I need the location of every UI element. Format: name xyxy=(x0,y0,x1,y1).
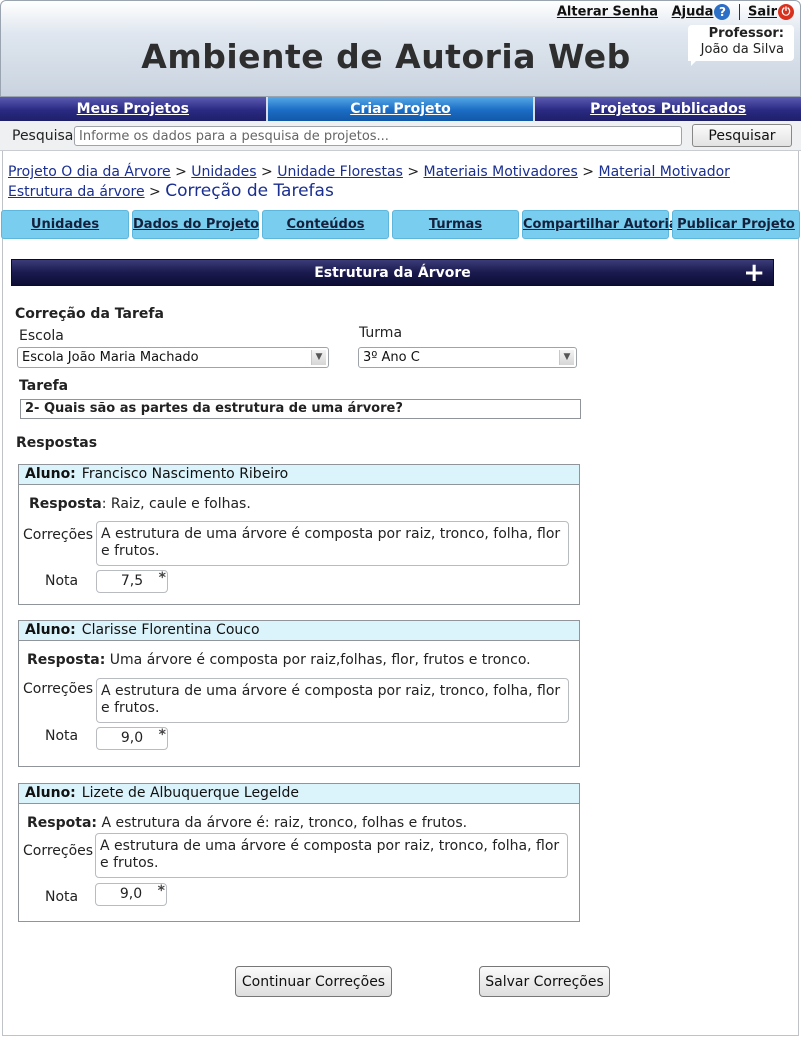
search-label: Pesquisa xyxy=(12,128,74,144)
breadcrumb: Projeto O dia da Árvore > Unidades > Uni… xyxy=(8,163,798,202)
tab-publish-project[interactable]: Publicar Projeto xyxy=(672,210,800,239)
student-header: Aluno: Lizete de Albuquerque Legelde xyxy=(19,784,579,804)
tab-share-authorship[interactable]: Compartilhar Autoria xyxy=(522,210,678,239)
breadcrumb-separator: > xyxy=(582,164,595,180)
nav-my-projects[interactable]: Meus Projetos xyxy=(0,97,268,121)
project-tabs: Unidades Dados do Projeto Conteúdos Turm… xyxy=(1,210,800,240)
answer-value: Uma árvore é composta por raiz,folhas, f… xyxy=(109,652,531,668)
breadcrumb-separator: > xyxy=(149,184,161,200)
teacher-badge: Professor: João da Silva xyxy=(688,25,794,61)
teacher-name: João da Silva xyxy=(700,42,784,57)
breadcrumb-units[interactable]: Unidades xyxy=(191,164,256,180)
breadcrumb-unit[interactable]: Unidade Florestas xyxy=(277,164,403,180)
student-label: Aluno: xyxy=(25,785,76,801)
task-field: 2- Quais são as partes da estrutura de u… xyxy=(20,399,581,419)
speech-tail xyxy=(691,59,698,66)
answer-card: Aluno: Francisco Nascimento Ribeiro Respo… xyxy=(18,464,580,605)
continue-corrections-button[interactable]: Continuar Correções xyxy=(235,966,392,997)
class-select[interactable]: 3º Ano C ▼ xyxy=(358,347,577,368)
grade-field[interactable]: 9,0 * xyxy=(95,883,167,906)
power-icon[interactable]: ⏻ xyxy=(778,4,794,20)
student-name: Clarisse Florentina Couco xyxy=(81,622,260,638)
correction-title: Correção da Tarefa xyxy=(15,306,164,322)
school-label: Escola xyxy=(19,328,64,344)
class-label: Turma xyxy=(359,325,403,341)
teacher-label: Professor: xyxy=(708,26,784,41)
grade-field[interactable]: 9,0 * xyxy=(96,727,168,750)
asterisk-icon: * xyxy=(158,570,166,586)
search-input[interactable] xyxy=(74,126,682,146)
grade-label: Nota xyxy=(45,573,79,589)
app-title: Ambiente de Autoria Web xyxy=(141,37,631,76)
grade-value: 9,0 xyxy=(119,886,143,902)
school-value: Escola João Maria Machado xyxy=(22,350,199,365)
breadcrumb-current: Correção de Tarefas xyxy=(165,181,334,201)
grade-field[interactable]: 7,5 * xyxy=(96,570,168,593)
asterisk-icon: * xyxy=(157,883,165,899)
breadcrumb-separator: > xyxy=(175,164,187,180)
answer-text: Respota: A estrutura da árvore é: raiz, … xyxy=(27,815,467,831)
main-nav: Meus Projetos Criar Projeto Projetos Pub… xyxy=(0,97,801,121)
answer-label: Resposta: xyxy=(27,652,106,668)
app-header: Alterar Senha Ajuda? Sair ⏻ Ambiente de A… xyxy=(0,0,801,97)
correction-field[interactable]: A estrutura de uma árvore é composta por… xyxy=(96,521,569,566)
answer-label: Resposta xyxy=(29,496,102,512)
divider xyxy=(738,4,740,20)
correction-field[interactable]: A estrutura de uma árvore é composta por… xyxy=(95,833,568,878)
tab-classes[interactable]: Turmas xyxy=(392,210,519,239)
section-title: Estrutura da Árvore xyxy=(314,265,471,281)
logout-link[interactable]: Sair xyxy=(748,5,777,20)
student-header: Aluno: Francisco Nascimento Ribeiro xyxy=(19,465,579,485)
answer-text: Resposta: Uma árvore é composta por raiz… xyxy=(27,652,531,668)
plus-icon[interactable]: + xyxy=(743,260,765,286)
search-bar: Pesquisa Pesquisar xyxy=(0,121,801,151)
nav-create-project[interactable]: Criar Projeto xyxy=(267,97,536,121)
search-button[interactable]: Pesquisar xyxy=(692,124,792,147)
content-panel: Projeto O dia da Árvore > Unidades > Uni… xyxy=(1,151,800,1036)
answer-card: Aluno: Clarisse Florentina Couco Resposta… xyxy=(18,620,580,767)
section-header: Estrutura da Árvore + xyxy=(11,259,774,286)
top-links: Alterar Senha Ajuda? Sair ⏻ xyxy=(557,4,794,20)
grade-value: 9,0 xyxy=(120,730,144,746)
save-corrections-button[interactable]: Salvar Correções xyxy=(479,966,610,997)
answer-value: A estrutura da árvore é: raiz, tronco, f… xyxy=(101,815,468,831)
corrections-label: Correções xyxy=(23,681,94,697)
tab-contents[interactable]: Conteúdos xyxy=(262,210,389,239)
help-link[interactable]: Ajuda xyxy=(672,5,714,20)
corrections-label: Correções xyxy=(23,527,94,543)
chevron-down-icon[interactable]: ▼ xyxy=(311,350,326,365)
tab-project-data[interactable]: Dados do Projeto xyxy=(132,210,259,239)
answer-text: Resposta: Raiz, caule e folhas. xyxy=(29,496,251,512)
student-label: Aluno: xyxy=(25,622,76,638)
tab-units[interactable]: Unidades xyxy=(1,210,129,239)
answer-value: : Raiz, caule e folhas. xyxy=(101,496,251,512)
student-header: Aluno: Clarisse Florentina Couco xyxy=(19,621,579,641)
breadcrumb-separator: > xyxy=(407,164,420,180)
nav-published-projects[interactable]: Projetos Publicados xyxy=(535,97,801,121)
student-name: Francisco Nascimento Ribeiro xyxy=(81,466,289,482)
corrections-label: Correções xyxy=(23,843,94,859)
correction-field[interactable]: A estrutura de uma árvore é composta por… xyxy=(96,678,569,723)
change-password-link[interactable]: Alterar Senha xyxy=(557,5,658,20)
answers-label: Respostas xyxy=(16,435,98,451)
question-icon[interactable]: ? xyxy=(714,4,731,20)
grade-label: Nota xyxy=(45,728,79,744)
grade-value: 7,5 xyxy=(120,573,144,589)
answer-card: Aluno: Lizete de Albuquerque Legelde Resp… xyxy=(18,783,580,922)
chevron-down-icon[interactable]: ▼ xyxy=(559,350,574,365)
breadcrumb-materials[interactable]: Materiais Motivadores xyxy=(424,164,578,180)
asterisk-icon: * xyxy=(158,727,166,743)
breadcrumb-project[interactable]: Projeto O dia da Árvore xyxy=(8,164,171,180)
answer-label: Respota: xyxy=(27,815,97,831)
school-select[interactable]: Escola João Maria Machado ▼ xyxy=(17,347,329,368)
student-label: Aluno: xyxy=(25,466,76,482)
class-value: 3º Ano C xyxy=(363,350,420,365)
student-name: Lizete de Albuquerque Legelde xyxy=(81,785,299,801)
task-label: Tarefa xyxy=(19,378,69,394)
grade-label: Nota xyxy=(45,889,79,905)
breadcrumb-separator: > xyxy=(261,164,273,180)
